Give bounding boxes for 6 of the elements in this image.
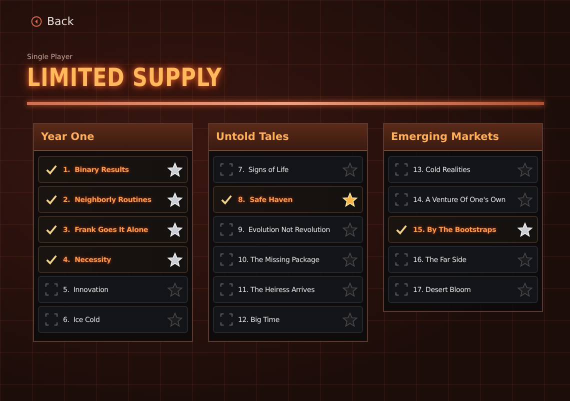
chapter-title: Emerging Markets — [384, 124, 542, 151]
back-button[interactable]: Back — [31, 13, 74, 30]
campaign-title: LIMITED SUPPLY — [27, 63, 222, 93]
chapter-title: Untold Tales — [209, 124, 367, 151]
back-icon — [31, 16, 42, 27]
chapter-title: Year One — [34, 124, 192, 151]
